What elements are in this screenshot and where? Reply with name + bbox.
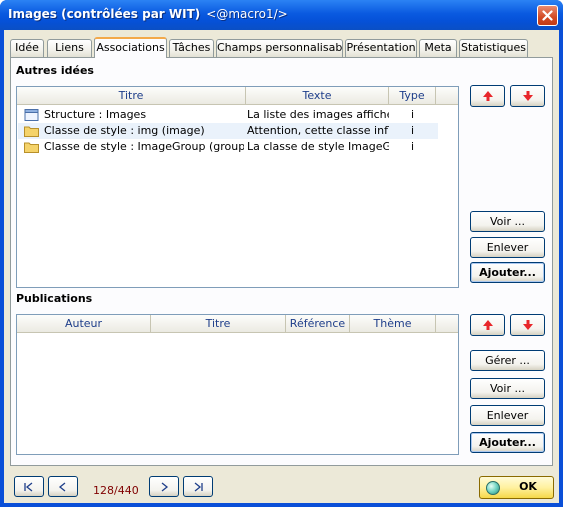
- ideas-add-button[interactable]: Ajouter...: [470, 262, 545, 283]
- ideas-remove-button[interactable]: Enlever: [470, 237, 545, 258]
- publications-list[interactable]: Auteur Titre Référence Thème: [16, 314, 459, 455]
- list-item[interactable]: Classe de style : img (image) Attention,…: [18, 123, 438, 139]
- tab-meta[interactable]: Meta: [419, 39, 457, 57]
- arrow-down-icon: [522, 320, 533, 330]
- idea-title: Structure : Images: [44, 108, 147, 121]
- list-item[interactable]: Structure : Images La liste des images a…: [18, 107, 438, 123]
- window-title-suffix: <@macro1/>: [206, 7, 288, 21]
- dialog-window: Images (contrôlées par WIT) <@macro1/> Id…: [0, 0, 563, 507]
- close-button[interactable]: [537, 5, 558, 26]
- idea-text: La liste des images affiche l...: [247, 108, 389, 121]
- window-title-text: Images (contrôlées par WIT): [8, 7, 201, 21]
- column-header-type[interactable]: Type: [389, 87, 436, 105]
- tab-label: Présentation: [346, 41, 416, 54]
- ideas-list[interactable]: Titre Texte Type Structure : Images La l…: [16, 86, 459, 288]
- idea-type: i: [411, 108, 415, 121]
- arrow-up-icon: [482, 320, 493, 330]
- tab-label: Meta: [424, 41, 452, 54]
- publications-view-button[interactable]: Voir ...: [470, 378, 545, 399]
- tab-label: Statistiques: [461, 41, 526, 54]
- ok-button-label: OK: [519, 480, 537, 493]
- skip-last-icon: [194, 481, 203, 492]
- arrow-up-icon: [482, 91, 493, 101]
- next-record-button[interactable]: [149, 476, 179, 497]
- associations-panel: Autres idées Titre Texte Type Structure …: [10, 57, 553, 466]
- publications-move-down-button[interactable]: [510, 314, 545, 336]
- tab-liens[interactable]: Liens: [47, 39, 92, 57]
- dialog-body: Idée Liens Associations Tâches Champs pe…: [4, 30, 559, 503]
- ideas-list-header: Titre Texte Type: [17, 87, 458, 105]
- title-bar[interactable]: Images (contrôlées par WIT) <@macro1/>: [0, 0, 563, 30]
- tab-label: Idée: [15, 41, 39, 54]
- tab-associations[interactable]: Associations: [94, 37, 167, 58]
- publications-add-button[interactable]: Ajouter...: [470, 432, 545, 453]
- ideas-view-button[interactable]: Voir ...: [470, 211, 545, 232]
- tab-label: Tâches: [172, 41, 211, 54]
- window-title: Images (contrôlées par WIT) <@macro1/>: [8, 7, 288, 21]
- column-header-auteur[interactable]: Auteur: [17, 315, 151, 333]
- idea-title: Classe de style : ImageGroup (groupe de.…: [44, 140, 244, 153]
- idea-text: Attention, cette classe influe...: [247, 124, 389, 137]
- tab-presentation[interactable]: Présentation: [345, 39, 417, 57]
- column-header-titre[interactable]: Titre: [151, 315, 286, 333]
- move-down-button[interactable]: [510, 85, 545, 107]
- record-counter: 128/440: [93, 484, 139, 497]
- publications-remove-button[interactable]: Enlever: [470, 405, 545, 426]
- idea-type: i: [411, 124, 415, 137]
- column-header-reference[interactable]: Référence: [286, 315, 350, 333]
- column-header-theme[interactable]: Thème: [350, 315, 436, 333]
- last-record-button[interactable]: [183, 476, 213, 497]
- idea-title: Classe de style : img (image): [44, 124, 205, 137]
- publications-move-up-button[interactable]: [470, 314, 505, 336]
- previous-record-button[interactable]: [48, 476, 78, 497]
- tab-champs-personnalisables[interactable]: Champs personnalisables: [216, 39, 343, 57]
- chevron-left-icon: [58, 481, 66, 492]
- list-item[interactable]: Classe de style : ImageGroup (groupe de.…: [18, 139, 438, 155]
- document-icon: [24, 109, 39, 121]
- skip-first-icon: [24, 481, 33, 492]
- arrow-down-icon: [522, 91, 533, 101]
- tab-label: Champs personnalisables: [217, 41, 343, 54]
- tab-label: Liens: [55, 41, 84, 54]
- ideas-section-label: Autres idées: [16, 64, 94, 77]
- publications-manage-button[interactable]: Gérer ...: [470, 350, 545, 371]
- tab-label: Associations: [96, 41, 165, 54]
- folder-icon: [24, 142, 39, 153]
- column-header-texte[interactable]: Texte: [246, 87, 389, 105]
- publications-list-header: Auteur Titre Référence Thème: [17, 315, 458, 333]
- idea-type: i: [411, 140, 415, 153]
- move-up-button[interactable]: [470, 85, 505, 107]
- tab-idee[interactable]: Idée: [10, 39, 44, 57]
- first-record-button[interactable]: [14, 476, 44, 497]
- folder-icon: [24, 126, 39, 137]
- ok-button[interactable]: OK: [479, 476, 554, 499]
- close-icon: [542, 10, 553, 21]
- tab-statistiques[interactable]: Statistiques: [459, 39, 528, 57]
- tab-taches[interactable]: Tâches: [169, 39, 214, 57]
- publications-section-label: Publications: [16, 292, 93, 305]
- idea-text: La classe de style ImageGro...: [247, 140, 389, 153]
- status-light-icon: [486, 481, 500, 495]
- column-header-titre[interactable]: Titre: [17, 87, 246, 105]
- chevron-right-icon: [161, 481, 169, 492]
